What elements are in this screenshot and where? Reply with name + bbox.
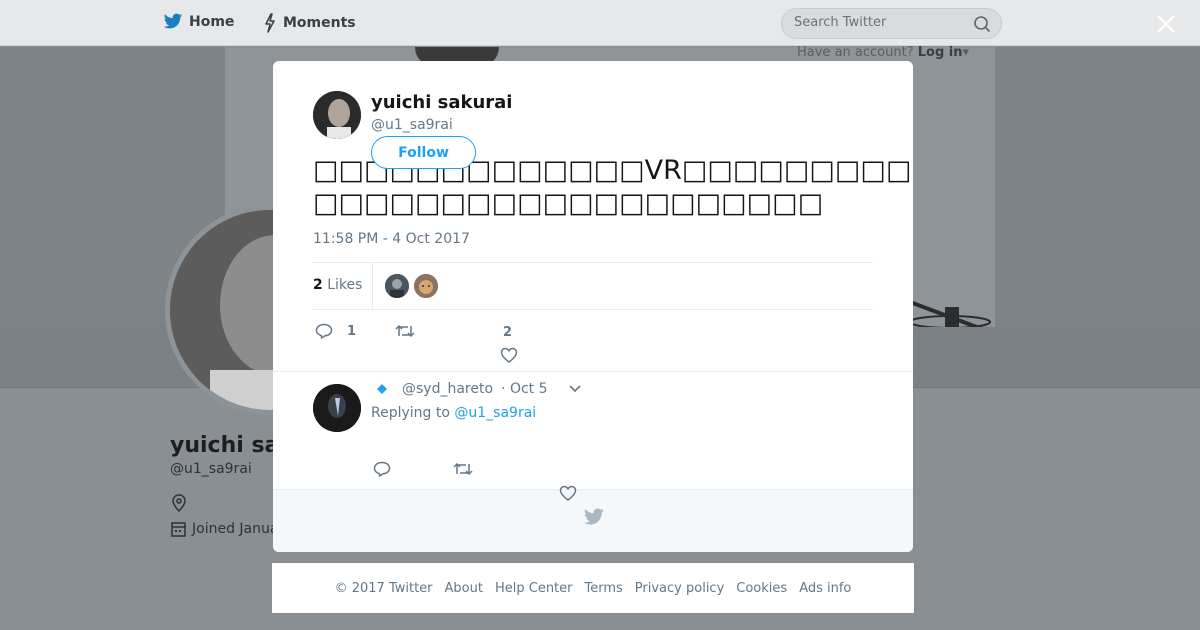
profile-handle: @u1_sa9rai bbox=[170, 461, 252, 477]
likes-stat[interactable]: 2 Likes bbox=[313, 277, 362, 293]
chevron-down-icon[interactable] bbox=[568, 384, 582, 394]
lightning-icon bbox=[265, 13, 275, 33]
retweet-icon bbox=[453, 462, 473, 476]
reply-header: @syd_hareto · Oct 5 bbox=[376, 381, 582, 397]
reply-action[interactable]: 1 bbox=[315, 323, 356, 339]
reply-retweet-action[interactable] bbox=[453, 461, 473, 477]
verified-diamond-icon bbox=[377, 384, 387, 394]
tweet-modal: yuichi sakurai @u1_sa9rai □□□□□□□□□□□□□V… bbox=[273, 61, 913, 552]
retweet-action[interactable] bbox=[395, 323, 429, 339]
profile-joined: Joined Janua bbox=[171, 521, 278, 537]
footer-link-about[interactable]: About bbox=[445, 581, 483, 596]
twitter-bird-icon bbox=[584, 508, 604, 525]
nav-moments-label: Moments bbox=[283, 15, 356, 31]
reply-reply-action[interactable] bbox=[373, 461, 391, 477]
footer-link-ads-info[interactable]: Ads info bbox=[799, 581, 851, 596]
search-box[interactable] bbox=[781, 8, 1002, 39]
likes-label: Likes bbox=[327, 277, 363, 293]
reply-icon bbox=[315, 323, 333, 339]
nav-home-label: Home bbox=[189, 13, 235, 30]
retweet-icon bbox=[395, 324, 415, 338]
tweet-text-line: □□□□□□□□□□□□□□□□□□□□ bbox=[313, 188, 824, 219]
reply-avatar[interactable] bbox=[313, 384, 361, 432]
liker-avatar[interactable] bbox=[414, 274, 438, 298]
footer-link-privacy[interactable]: Privacy policy bbox=[635, 581, 724, 596]
footer-copyright: © 2017 Twitter bbox=[334, 580, 433, 596]
reply-avatar-image bbox=[313, 384, 361, 432]
have-account-text: Have an account? bbox=[797, 45, 914, 60]
footer-link-help-center[interactable]: Help Center bbox=[495, 581, 573, 596]
author-avatar[interactable] bbox=[313, 91, 361, 139]
location-icon bbox=[171, 494, 187, 516]
caret-down-icon[interactable]: ▾ bbox=[963, 45, 970, 60]
reply-divider bbox=[273, 371, 913, 372]
calendar-icon bbox=[171, 522, 186, 537]
reply-count: 1 bbox=[347, 323, 357, 339]
search-input[interactable] bbox=[794, 15, 964, 30]
search-icon[interactable] bbox=[973, 15, 991, 33]
reply-like-action[interactable] bbox=[559, 485, 577, 501]
replying-prefix: Replying to bbox=[371, 405, 450, 421]
close-icon[interactable] bbox=[1152, 10, 1180, 38]
tweet-stats: 2 Likes bbox=[313, 262, 873, 310]
author-avatar-image bbox=[313, 91, 361, 139]
heart-icon bbox=[559, 485, 577, 501]
tweet-timestamp[interactable]: 11:58 PM - 4 Oct 2017 bbox=[313, 231, 470, 247]
likes-count: 2 bbox=[313, 277, 323, 293]
like-count-label: 2 bbox=[503, 325, 512, 340]
footer-link-cookies[interactable]: Cookies bbox=[736, 581, 787, 596]
nav-home[interactable]: Home bbox=[163, 13, 234, 30]
top-navigation: Home Moments bbox=[0, 0, 1200, 46]
liker-avatar[interactable] bbox=[385, 274, 409, 298]
replying-to-link[interactable]: @u1_sa9rai bbox=[454, 405, 536, 421]
joined-text: Joined Janua bbox=[192, 521, 279, 537]
author-handle[interactable]: @u1_sa9rai bbox=[371, 117, 453, 133]
login-link[interactable]: Log in bbox=[918, 45, 963, 60]
author-name[interactable]: yuichi sakurai bbox=[371, 92, 512, 113]
twitter-bird-icon bbox=[163, 13, 183, 29]
profile-name: yuichi sa bbox=[170, 433, 280, 458]
site-footer: © 2017 Twitter About Help Center Terms P… bbox=[272, 563, 914, 613]
like-action[interactable] bbox=[500, 347, 518, 363]
follow-button[interactable]: Follow bbox=[371, 136, 476, 169]
reply-handle[interactable]: @syd_hareto bbox=[402, 381, 493, 397]
modal-footer bbox=[273, 485, 913, 552]
nav-moments[interactable]: Moments bbox=[263, 13, 356, 33]
replying-to: Replying to @u1_sa9rai bbox=[371, 405, 536, 421]
like-count: 2 bbox=[503, 325, 513, 340]
footer-link-terms[interactable]: Terms bbox=[585, 581, 623, 596]
heart-icon bbox=[500, 347, 518, 363]
reply-icon bbox=[373, 461, 391, 477]
stat-divider bbox=[372, 263, 373, 309]
tweet-actions: 1 2 bbox=[313, 320, 873, 370]
reply-date[interactable]: · Oct 5 bbox=[501, 381, 547, 397]
login-prompt: Have an account? Log in▾ bbox=[797, 45, 969, 60]
